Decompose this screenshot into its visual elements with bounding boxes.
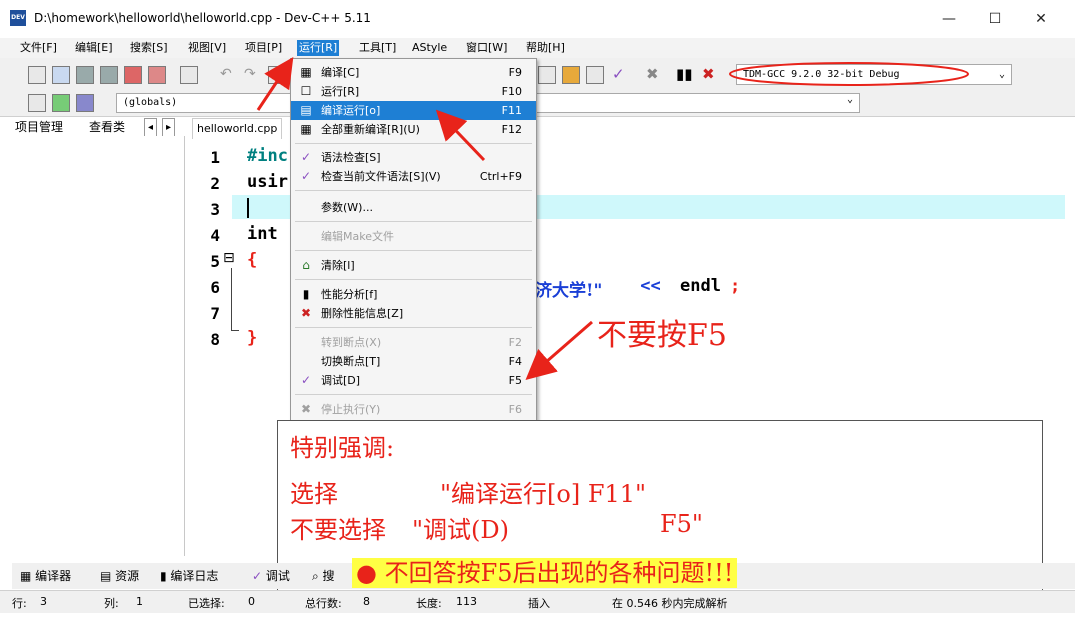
annotation-no-f5: 不要按F5 [597, 318, 727, 353]
status-total-label: 总行数: [305, 597, 342, 610]
tab-compiler[interactable]: ▦ 编译器 [20, 567, 71, 584]
status-length: 113 [456, 595, 477, 608]
status-length-label: 长度: [416, 597, 442, 610]
tab-debug-label: 调试 [265, 569, 290, 583]
tab-compile-log-label: 编译日志 [170, 569, 219, 583]
status-insert-mode: 插入 [528, 597, 550, 610]
status-col: 1 [136, 595, 143, 608]
tab-resources[interactable]: ▤ 资源 [100, 567, 139, 584]
status-row: 3 [40, 595, 47, 608]
note-dont-item: "调试(D) [412, 516, 510, 544]
status-col-label: 列: [104, 597, 119, 610]
note-dont-label: 不要选择 [290, 516, 386, 544]
tab-resources-label: 资源 [115, 569, 140, 583]
note-choose-label: 选择 [290, 480, 338, 508]
note-title: 特别强调: [290, 434, 395, 462]
tab-search[interactable]: ⌕ 搜 [312, 567, 335, 584]
tab-debug[interactable]: ✓ 调试 [252, 567, 290, 584]
status-selected-label: 已选择: [188, 597, 225, 610]
note-final-warning: ● 不回答按F5后出现的各种问题!!! [352, 558, 738, 588]
note-dont-key: F5" [660, 510, 703, 538]
tab-compiler-label: 编译器 [35, 569, 72, 583]
note-choose-item: "编译运行[o] F11" [440, 480, 647, 508]
status-row-label: 行: [12, 597, 27, 610]
tab-compile-log[interactable]: ▮ 编译日志 [160, 567, 218, 584]
status-parse-time: 在 0.546 秒内完成解析 [612, 597, 728, 610]
tab-search-label: 搜 [322, 569, 335, 583]
status-bar: 行: 3 列: 1 已选择: 0 总行数: 8 长度: 113 插入 在 0.5… [0, 590, 1075, 613]
status-total: 8 [363, 595, 370, 608]
status-selected: 0 [248, 595, 255, 608]
